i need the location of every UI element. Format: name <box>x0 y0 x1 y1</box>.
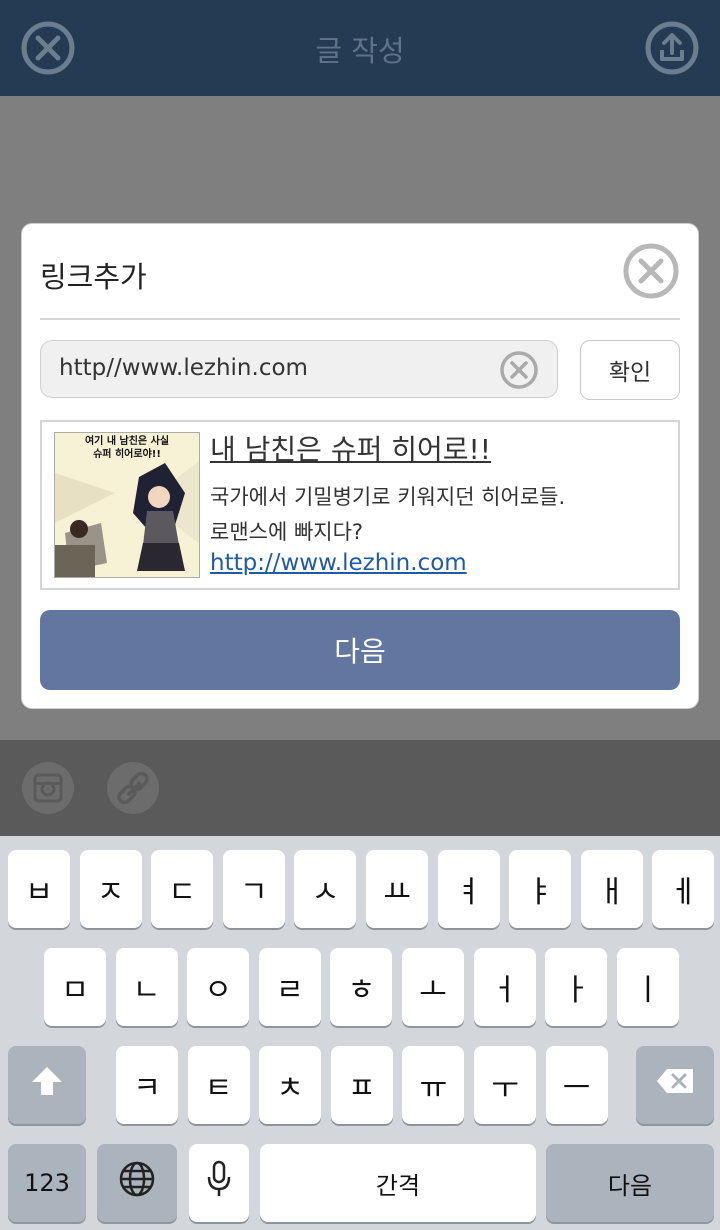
preview-thumbnail: 여기 내 남친은 사실 슈퍼 히어로야!! <box>54 432 200 578</box>
letter-key[interactable]: ㅇ <box>187 948 250 1026</box>
letter-key[interactable]: ㅋ <box>116 1046 178 1124</box>
editor-toolbar <box>0 740 720 836</box>
letter-key[interactable]: ㅣ <box>616 948 679 1026</box>
page-title: 글 작성 <box>315 34 405 68</box>
preview-url-link[interactable]: http://www.lezhin.com <box>210 550 467 576</box>
letter-key[interactable]: ㅊ <box>259 1046 322 1124</box>
dictation-key[interactable] <box>189 1144 249 1222</box>
url-input-value[interactable]: http//www.lezhin.com <box>59 355 308 381</box>
letter-key[interactable]: ㅡ <box>545 1046 608 1124</box>
letter-key[interactable]: ㅌ <box>187 1046 250 1124</box>
globe-icon <box>118 1160 156 1206</box>
letter-key[interactable]: ㄷ <box>151 850 214 928</box>
microphone-icon <box>206 1160 232 1206</box>
preview-title[interactable]: 내 남친은 슈퍼 히어로!! <box>210 428 491 468</box>
letter-key[interactable]: ㅑ <box>509 850 572 928</box>
add-link-dialog: 링크추가 http//www.lezhin.com 확인 여기 내 남친은 사실… <box>22 224 698 708</box>
letter-key[interactable]: ㅜ <box>474 1046 536 1124</box>
numbers-key[interactable]: 123 <box>8 1144 86 1222</box>
thumbnail-caption: 여기 내 남친은 사실 슈퍼 히어로야!! <box>84 436 170 460</box>
letter-key[interactable]: ㅗ <box>402 948 464 1026</box>
letter-key[interactable]: ㅛ <box>366 850 428 928</box>
letter-key[interactable]: ㄴ <box>115 948 178 1026</box>
letter-key[interactable]: ㅎ <box>330 948 393 1026</box>
letter-key[interactable]: ㄱ <box>222 850 285 928</box>
space-key[interactable]: 간격 <box>260 1144 536 1222</box>
letter-key[interactable]: ㅔ <box>652 850 715 928</box>
letter-key[interactable]: ㄹ <box>258 948 321 1026</box>
next-button[interactable]: 다음 <box>40 610 680 690</box>
clear-input-icon[interactable] <box>499 350 539 390</box>
dialog-close-icon[interactable] <box>622 242 680 300</box>
link-icon[interactable] <box>105 760 161 816</box>
dialog-divider <box>40 318 680 320</box>
letter-key[interactable]: ㅁ <box>44 948 106 1026</box>
letter-key[interactable]: ㅅ <box>294 850 357 928</box>
globe-key[interactable] <box>97 1144 177 1222</box>
letter-key[interactable]: ㅏ <box>545 948 608 1026</box>
url-input[interactable]: http//www.lezhin.com <box>40 340 558 398</box>
shift-arrow-icon <box>30 1065 64 1105</box>
link-preview-card[interactable]: 여기 내 남친은 사실 슈퍼 히어로야!! 내 남친은 슈퍼 히어로!! 국가에… <box>40 420 680 590</box>
letter-key[interactable]: ㅍ <box>330 1046 393 1124</box>
dialog-title: 링크추가 <box>40 260 147 294</box>
backspace-key[interactable] <box>636 1046 714 1124</box>
letter-key[interactable]: ㅈ <box>79 850 142 928</box>
letter-key[interactable]: ㅐ <box>580 850 643 928</box>
shift-key[interactable] <box>8 1046 86 1124</box>
korean-keyboard: ㅂㅈㄷㄱㅅㅛㅕㅑㅐㅔ ㅁㄴㅇㄹㅎㅗㅓㅏㅣ ㅋㅌㅊㅍㅠㅜㅡ 123 간격 다음 <box>0 836 720 1230</box>
letter-key[interactable]: ㅂ <box>8 850 70 928</box>
letter-key[interactable]: ㅠ <box>402 1046 465 1124</box>
instagram-icon[interactable] <box>20 760 76 816</box>
backspace-icon <box>655 1067 695 1103</box>
letter-key[interactable]: ㅕ <box>437 850 500 928</box>
return-key[interactable]: 다음 <box>546 1144 714 1222</box>
top-bar: 글 작성 <box>0 0 720 96</box>
letter-key[interactable]: ㅓ <box>473 948 536 1026</box>
confirm-button[interactable]: 확인 <box>580 340 680 400</box>
upload-icon[interactable] <box>644 20 700 76</box>
preview-description: 국가에서 기밀병기로 키워지던 히어로들. 로맨스에 빠지다? <box>210 485 566 544</box>
